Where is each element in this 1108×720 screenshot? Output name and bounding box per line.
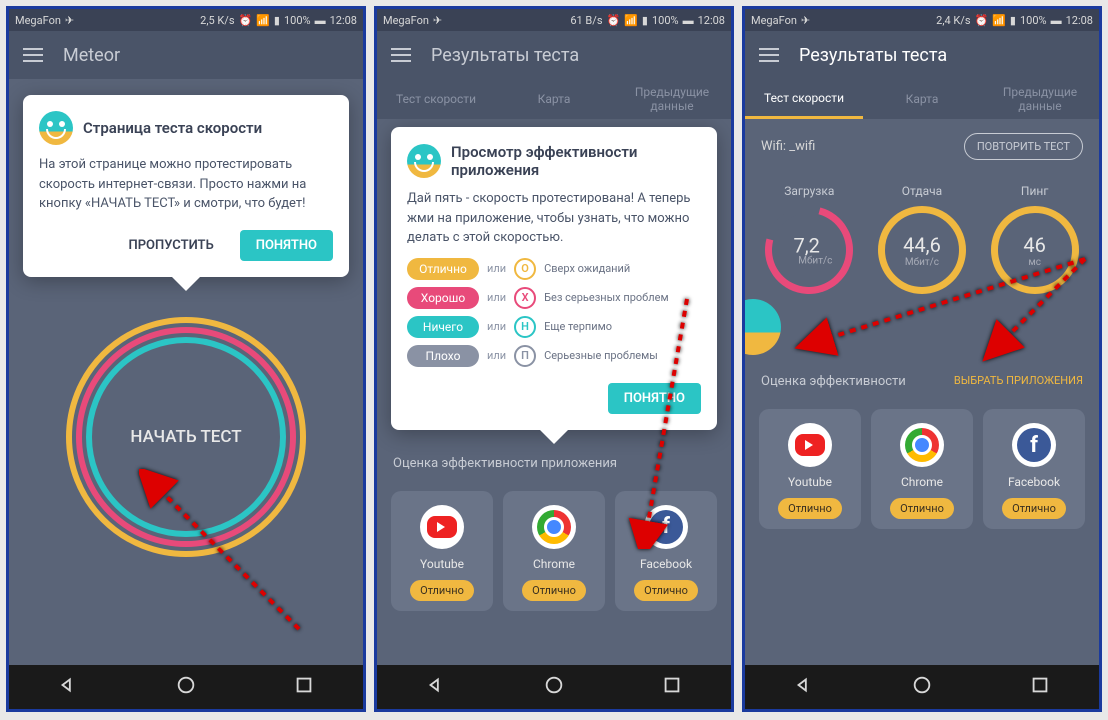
- app-card-chrome[interactable]: Chrome Отлично: [503, 491, 605, 611]
- tooltip-text: На этой странице можно протестировать ск…: [39, 155, 333, 214]
- menu-icon[interactable]: [23, 48, 43, 62]
- back-button[interactable]: [57, 674, 79, 700]
- app-card-chrome[interactable]: Chrome Отлично: [871, 409, 973, 529]
- content-area: Wifi: _wifi ПОВТОРИТЬ ТЕСТ Загрузка 7,2 …: [745, 119, 1099, 665]
- back-button[interactable]: [425, 674, 447, 700]
- chrome-icon: [537, 510, 571, 544]
- app-card-youtube[interactable]: Youtube Отлично: [391, 491, 493, 611]
- tab-history[interactable]: Предыдущие данные: [613, 79, 731, 119]
- menu-icon[interactable]: [391, 48, 411, 62]
- menu-icon[interactable]: [759, 48, 779, 62]
- app-cards: Youtube Отлично Chrome Отлично f Faceboo…: [745, 399, 1099, 539]
- skip-button[interactable]: ПРОПУСТИТЬ: [115, 230, 228, 261]
- status-bar: MegaFon ✈ 2,5 K/s ⏰ 📶 ▮ 100% ▬ 12:08: [9, 9, 363, 31]
- annotation-arrow: [765, 249, 1095, 369]
- recents-button[interactable]: [293, 674, 315, 700]
- phone-screen-1: MegaFon ✈ 2,5 K/s ⏰ 📶 ▮ 100% ▬ 12:08 Met…: [6, 6, 366, 712]
- app-header: Результаты теста: [377, 31, 731, 79]
- back-button[interactable]: [793, 674, 815, 700]
- battery-label: 100%: [284, 14, 311, 27]
- app-title: Meteor: [63, 45, 120, 66]
- battery-icon: ▬: [1051, 14, 1062, 27]
- tab-history[interactable]: Предыдущие данные: [981, 79, 1099, 119]
- app-card-youtube[interactable]: Youtube Отлично: [759, 409, 861, 529]
- tab-map[interactable]: Карта: [863, 79, 981, 119]
- tooltip-text: Дай пять - скорость протестирована! А те…: [407, 189, 701, 248]
- signal-icon: ▮: [274, 14, 280, 27]
- send-icon: ✈: [433, 14, 442, 27]
- tab-bar: Тест скорости Карта Предыдущие данные: [745, 79, 1099, 119]
- select-apps-button[interactable]: ВЫБРАТЬ ПРИЛОЖЕНИЯ: [954, 374, 1083, 389]
- phone-screen-3: MegaFon ✈ 2,4 K/s ⏰ 📶 ▮ 100% ▬ 12:08 Рез…: [742, 6, 1102, 712]
- app-title: Результаты теста: [799, 45, 947, 66]
- efficiency-row: Оценка эффективности ВЫБРАТЬ ПРИЛОЖЕНИЯ: [745, 364, 1099, 399]
- home-button[interactable]: [911, 674, 933, 700]
- wifi-icon: 📶: [256, 14, 270, 27]
- alarm-icon: ⏰: [239, 14, 253, 27]
- onboarding-tooltip: Страница теста скорости На этой странице…: [23, 95, 349, 277]
- home-button[interactable]: [543, 674, 565, 700]
- youtube-icon: [427, 516, 457, 538]
- home-button[interactable]: [175, 674, 197, 700]
- wifi-icon: 📶: [992, 14, 1006, 27]
- net-speed: 2,4 K/s: [936, 14, 970, 27]
- mascot-icon: [407, 144, 441, 178]
- phone-screen-2: MegaFon ✈ 61 B/s ⏰ 📶 ▮ 100% ▬ 12:08 Резу…: [374, 6, 734, 712]
- carrier-label: MegaFon: [751, 14, 797, 27]
- signal-icon: ▮: [1010, 14, 1016, 27]
- annotation-arrow: [617, 289, 717, 549]
- annotation-arrow: [139, 469, 319, 649]
- app-card-facebook[interactable]: f Facebook Отлично: [983, 409, 1085, 529]
- content-area: Просмотр эффективности приложения Дай пя…: [377, 119, 731, 665]
- signal-icon: ▮: [642, 14, 648, 27]
- carrier-label: MegaFon: [383, 14, 429, 27]
- tab-speed[interactable]: Тест скорости: [377, 79, 495, 119]
- wifi-label: Wifi:: [761, 139, 786, 154]
- tooltip-title: Просмотр эффективности приложения: [451, 143, 701, 179]
- wifi-icon: 📶: [624, 14, 638, 27]
- wifi-row: Wifi: _wifi ПОВТОРИТЬ ТЕСТ: [745, 119, 1099, 174]
- clock-label: 12:08: [330, 14, 357, 27]
- battery-label: 100%: [1020, 14, 1047, 27]
- mascot-icon: [39, 111, 73, 145]
- retry-button[interactable]: ПОВТОРИТЬ ТЕСТ: [964, 133, 1083, 160]
- battery-icon: ▬: [683, 14, 694, 27]
- tooltip-title: Страница теста скорости: [83, 119, 262, 137]
- clock-label: 12:08: [698, 14, 725, 27]
- app-header: Meteor: [9, 31, 363, 79]
- efficiency-label: Оценка эффективности: [761, 374, 906, 389]
- tab-bar: Тест скорости Карта Предыдущие данные: [377, 79, 731, 119]
- status-bar: MegaFon ✈ 2,4 K/s ⏰ 📶 ▮ 100% ▬ 12:08: [745, 9, 1099, 31]
- send-icon: ✈: [65, 14, 74, 27]
- battery-label: 100%: [652, 14, 679, 27]
- clock-label: 12:08: [1066, 14, 1093, 27]
- alarm-icon: ⏰: [975, 14, 989, 27]
- start-label: НАЧАТЬ ТЕСТ: [130, 427, 241, 447]
- android-nav-bar: [9, 665, 363, 709]
- facebook-icon: f: [1017, 428, 1051, 462]
- android-nav-bar: [377, 665, 731, 709]
- alarm-icon: ⏰: [607, 14, 621, 27]
- status-bar: MegaFon ✈ 61 B/s ⏰ 📶 ▮ 100% ▬ 12:08: [377, 9, 731, 31]
- app-title: Результаты теста: [431, 45, 579, 66]
- app-header: Результаты теста: [745, 31, 1099, 79]
- legend-excellent: Отлично или О Сверх ожиданий: [407, 258, 701, 280]
- ok-button[interactable]: ПОНЯТНО: [240, 230, 333, 261]
- battery-icon: ▬: [315, 14, 326, 27]
- wifi-name: _wifi: [789, 139, 815, 154]
- android-nav-bar: [745, 665, 1099, 709]
- net-speed: 61 B/s: [570, 14, 602, 27]
- recents-button[interactable]: [661, 674, 683, 700]
- send-icon: ✈: [801, 14, 810, 27]
- recents-button[interactable]: [1029, 674, 1051, 700]
- youtube-icon: [795, 434, 825, 456]
- carrier-label: MegaFon: [15, 14, 61, 27]
- tab-map[interactable]: Карта: [495, 79, 613, 119]
- content-area: Страница теста скорости На этой странице…: [9, 79, 363, 665]
- net-speed: 2,5 K/s: [200, 14, 234, 27]
- tab-speed[interactable]: Тест скорости: [745, 79, 863, 119]
- chrome-icon: [905, 428, 939, 462]
